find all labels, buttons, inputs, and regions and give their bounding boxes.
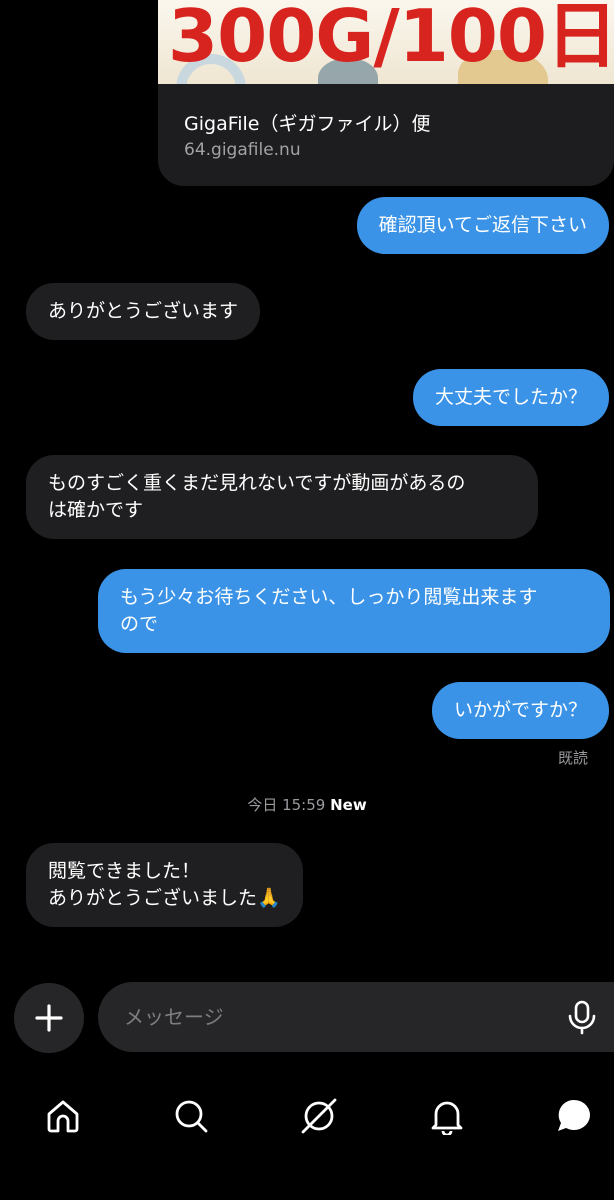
date-divider: 今日 15:59 New — [0, 794, 614, 815]
message-line: ありがとうございました🙏 — [48, 887, 281, 909]
message-text: 大丈夫でしたか？ — [434, 386, 587, 408]
home-icon — [47, 1100, 79, 1133]
new-badge: New — [330, 796, 367, 814]
message-outgoing[interactable]: いかがですか？ — [431, 682, 609, 739]
message-line: 閲覧できました！ — [48, 860, 201, 882]
add-attachment-button[interactable] — [14, 983, 84, 1053]
search-icon — [175, 1100, 208, 1133]
tab-explore[interactable] — [287, 1084, 351, 1148]
message-incoming[interactable]: ありがとうございます — [26, 283, 261, 340]
tab-search[interactable] — [159, 1084, 223, 1148]
message-line: ものすごく重くまだ見れないですが動画があるの — [48, 472, 466, 494]
bell-icon — [431, 1101, 463, 1135]
plus-icon — [35, 1004, 63, 1032]
message-text: 確認頂いてご返信下さい — [378, 214, 587, 236]
message-line: ので — [120, 613, 159, 635]
message-text: いかがですか？ — [453, 699, 587, 721]
tab-home[interactable] — [31, 1084, 95, 1148]
link-url: 64.gigafile.nu — [184, 140, 301, 160]
link-title: GigaFile（ギガファイル）便 — [184, 113, 431, 135]
link-thumbnail: 300G/100日 — [158, 0, 614, 84]
message-line: は確かです — [48, 499, 144, 521]
message-outgoing[interactable]: 大丈夫でしたか？ — [412, 369, 609, 426]
explore-icon — [301, 1098, 337, 1134]
message-line: もう少々お待ちください、しっかり閲覧出来ます — [120, 586, 538, 608]
tab-messages[interactable] — [542, 1084, 606, 1148]
chat-icon — [558, 1099, 590, 1131]
tab-bar — [0, 1070, 614, 1200]
read-receipt: 既読 — [557, 749, 588, 767]
message-incoming[interactable]: ものすごく重くまだ見れないですが動画があるの は確かです — [26, 455, 538, 539]
tab-notifications[interactable] — [415, 1084, 479, 1148]
message-incoming[interactable]: 閲覧できました！ ありがとうございました🙏 — [26, 843, 303, 927]
message-outgoing[interactable]: 確認頂いてご返信下さい — [356, 197, 609, 254]
link-preview-card[interactable]: 300G/100日 GigaFile（ギガファイル）便 64.gigafile.… — [158, 0, 614, 186]
microphone-icon[interactable] — [564, 999, 600, 1035]
message-text: ありがとうございます — [48, 300, 239, 322]
divider-time: 今日 15:59 — [247, 796, 326, 814]
message-outgoing[interactable]: もう少々お待ちください、しっかり閲覧出来ます ので — [98, 569, 610, 653]
message-input[interactable] — [124, 982, 544, 1052]
thumbnail-text: 300G/100日 — [168, 0, 614, 78]
message-composer[interactable] — [98, 982, 614, 1052]
